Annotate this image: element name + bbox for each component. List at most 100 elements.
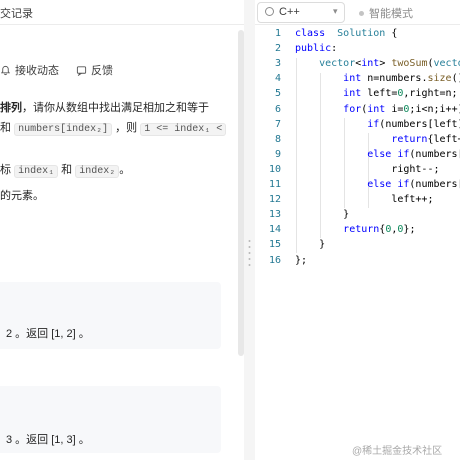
code-token: ,right=n; (403, 88, 458, 100)
example-1-text: 2 。返回 [1, 2] 。 (6, 328, 90, 340)
smart-mode-toggle[interactable]: 智能模式 (359, 5, 413, 21)
feedback-label: 反馈 (91, 65, 113, 77)
line-number: 5 (274, 88, 281, 100)
editor-toolbar: C++ ▾ 智能模式 (255, 0, 460, 25)
code-line: else if(numbers[ (295, 149, 460, 160)
line-number: 1 (274, 28, 281, 39)
code-line: vector<int> twoSum(vecto (295, 58, 460, 69)
code-token: {left+ (427, 133, 460, 145)
code-line: right--; (295, 163, 440, 175)
code-token: int (361, 58, 380, 70)
left-tab-bar: 交记录 (0, 0, 245, 25)
inline-code: 1 <= index₁ < (140, 123, 227, 136)
panel-splitter[interactable] (244, 0, 255, 460)
line-number: 13 (268, 209, 281, 221)
feedback-button[interactable]: 反馈 (76, 62, 113, 78)
code-editor[interactable]: 1 class Solution {2 public: 3 vector<int> t… (255, 28, 460, 460)
line-number: 7 (274, 118, 281, 130)
example-2-block: 3 。返回 [1, 3] 。 (0, 386, 221, 453)
code-token: class (295, 28, 326, 39)
code-line: for(int i=0;i<n;i++) (295, 104, 460, 115)
description-line-1: 排列，请你从数组中找出满足相加之和等于 (0, 98, 209, 118)
code-token: if (367, 118, 380, 130)
line-number: 11 (268, 179, 281, 190)
description-text: 和 (0, 122, 11, 134)
code-token: { (385, 28, 398, 39)
comment-icon (76, 65, 87, 76)
subscribe-updates-label: 接收动态 (15, 65, 59, 77)
code-token: left++; (295, 194, 434, 206)
code-line: } (295, 239, 325, 250)
line-number: 2 (274, 43, 281, 55)
line-number: 8 (274, 133, 281, 145)
code-token: (numbers[left] (379, 118, 460, 130)
line-number: 15 (268, 239, 281, 251)
description-text: ，则 (115, 122, 138, 134)
code-line: class Solution { (295, 28, 397, 39)
code-token: n=numbers. (361, 73, 428, 85)
code-token: twoSum (391, 58, 428, 70)
code-token: (numbers[ (409, 148, 460, 160)
description-line-4: 的元素。 (0, 186, 44, 206)
code-token: } (295, 209, 350, 221)
code-token: > (379, 58, 392, 70)
code-token: : (331, 43, 338, 55)
problem-panel: 交记录 接收动态 反馈 排列，请你从数组中找出满足相加之和等于 和 number… (0, 0, 245, 460)
description-line-2: 和 numbers[index₂] ，则 1 <= index₁ < (0, 118, 227, 140)
subscribe-updates-button[interactable]: 接收动态 (0, 62, 59, 78)
line-number: 6 (274, 103, 281, 115)
code-token: else if (367, 148, 410, 160)
inline-code: numbers[index₂] (14, 123, 113, 136)
example-1-block: 2 。返回 [1, 2] 。 (0, 282, 221, 349)
language-select[interactable]: C++ ▾ (257, 2, 345, 23)
code-token: }; (295, 254, 308, 266)
description-text: 和 (61, 164, 73, 176)
description-text: ，请你从数组中找出满足相加之和等于 (22, 102, 209, 114)
code-token: public (295, 43, 332, 55)
code-token: }; (403, 224, 416, 236)
code-token: return (391, 133, 428, 145)
code-token: Solution (337, 28, 386, 39)
status-dot-icon (359, 10, 364, 16)
code-line: } (295, 209, 349, 220)
code-line: return{0,0}; (295, 224, 415, 235)
code-line: int n=numbers.size() (295, 73, 460, 84)
code-token: right--; (295, 163, 440, 175)
code-token: vecto (433, 58, 460, 70)
language-label: C++ (279, 6, 300, 18)
line-number: 3 (274, 58, 281, 70)
drag-handle-icon (248, 240, 251, 266)
line-number: 12 (268, 194, 281, 206)
inline-code: index₁ (14, 165, 59, 178)
code-line: left++; (295, 194, 433, 205)
description-text: 。 (119, 164, 131, 176)
code-token: int (367, 103, 386, 115)
code-token: ;i<n;i++) (409, 103, 460, 115)
inline-code: index₂ (75, 165, 120, 178)
code-token: } (295, 239, 326, 251)
watermark: @稀土掘金技术社区 (352, 446, 443, 457)
code-token: vector (319, 58, 356, 70)
line-number: 4 (274, 73, 281, 85)
code-token: int (343, 73, 362, 85)
code-token: else if (367, 179, 410, 190)
chevron-down-icon: ▾ (333, 6, 338, 16)
code-line: else if(numbers[ (295, 179, 460, 190)
line-number: 14 (268, 224, 281, 236)
code-token: () (451, 73, 460, 85)
line-number: 10 (268, 163, 281, 175)
code-line: int left=0,right=n; (295, 88, 458, 100)
code-token: size (427, 73, 452, 85)
code-line: }; (295, 255, 307, 266)
code-token: int (343, 88, 362, 100)
tab-submissions[interactable]: 交记录 (0, 5, 33, 21)
bell-icon (0, 65, 11, 75)
